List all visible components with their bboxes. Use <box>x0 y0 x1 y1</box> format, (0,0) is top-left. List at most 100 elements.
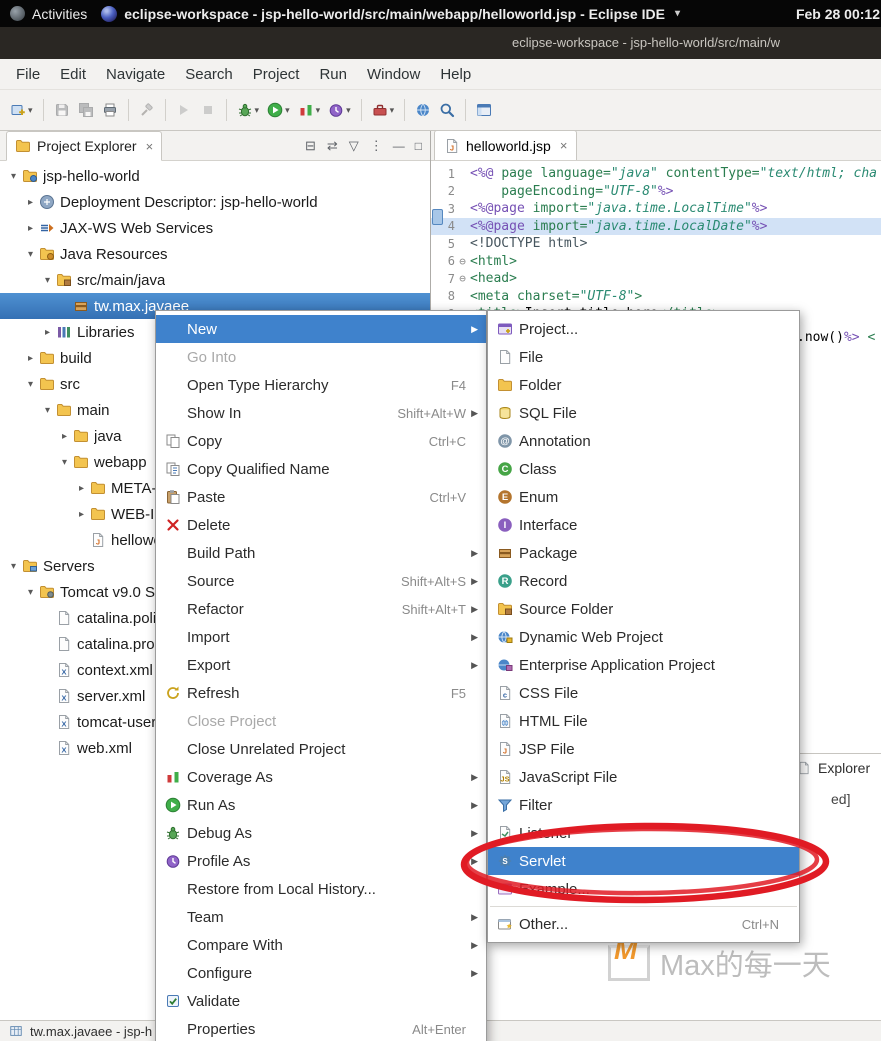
code-line-7[interactable]: 7⊖<head> <box>431 270 881 288</box>
tree-item-src-main-java[interactable]: ▾src/main/java <box>0 267 430 293</box>
context-menu-item-configure[interactable]: Configure▶ <box>156 959 486 987</box>
context-menu-item-build-path[interactable]: Build Path▶ <box>156 539 486 567</box>
print-button[interactable] <box>99 97 121 123</box>
new-submenu-item-annotation[interactable]: @Annotation <box>488 427 799 455</box>
fold-minus-icon[interactable]: ⊖ <box>455 272 470 285</box>
new-wizard-button[interactable]: ▾ <box>7 97 36 123</box>
menu-file[interactable]: File <box>6 62 50 87</box>
tree-item-java-resources[interactable]: ▾Java Resources <box>0 241 430 267</box>
link-with-editor-icon[interactable]: ⇄ <box>327 138 338 154</box>
chevron-expanded-icon[interactable]: ▾ <box>6 171 21 182</box>
context-menu-item-validate[interactable]: Validate <box>156 987 486 1015</box>
dropdown-arrow-icon[interactable]: ▾ <box>346 105 351 116</box>
filter-icon[interactable]: ▽ <box>349 138 359 154</box>
code-line-8[interactable]: 8<meta charset="UTF-8"> <box>431 288 881 306</box>
menu-help[interactable]: Help <box>430 62 481 87</box>
dropdown-arrow-icon[interactable]: ▾ <box>390 105 395 116</box>
save-all-button[interactable] <box>75 97 97 123</box>
new-submenu-item-other[interactable]: Other...Ctrl+N <box>488 910 799 938</box>
window-title-bar[interactable]: eclipse-workspace - jsp-hello-world/src/… <box>0 27 881 59</box>
chevron-collapsed-icon[interactable]: ▸ <box>23 353 38 364</box>
dropdown-arrow-icon[interactable]: ▾ <box>255 105 260 116</box>
context-menu-item-close-unrelated-project[interactable]: Close Unrelated Project <box>156 735 486 763</box>
fold-minus-icon[interactable]: ⊖ <box>455 255 470 268</box>
context-menu-item-delete[interactable]: Delete <box>156 511 486 539</box>
code-line-5[interactable]: 5<!DOCTYPE html> <box>431 235 881 253</box>
new-submenu-item-sql-file[interactable]: SQL File <box>488 399 799 427</box>
menu-project[interactable]: Project <box>243 62 310 87</box>
context-menu-item-copy-qualified-name[interactable]: Copy Qualified Name <box>156 455 486 483</box>
collapse-all-icon[interactable]: ⊟ <box>305 138 316 154</box>
chevron-expanded-icon[interactable]: ▾ <box>6 561 21 572</box>
chevron-collapsed-icon[interactable]: ▸ <box>23 223 38 234</box>
tree-item-deployment-descriptor-jsp-hello-world[interactable]: ▸Deployment Descriptor: jsp-hello-world <box>0 189 430 215</box>
new-submenu-item-listener[interactable]: Listener <box>488 819 799 847</box>
context-menu-item-run-as[interactable]: Run As▶ <box>156 791 486 819</box>
chevron-expanded-icon[interactable]: ▾ <box>40 405 55 416</box>
dropdown-arrow-icon[interactable]: ▾ <box>316 105 321 116</box>
context-menu-item-export[interactable]: Export▶ <box>156 651 486 679</box>
new-submenu-item-example[interactable]: Example... <box>488 875 799 903</box>
tab-explorer-partial[interactable]: Explorer <box>796 760 870 776</box>
chevron-collapsed-icon[interactable]: ▸ <box>40 327 55 338</box>
new-web-project-button[interactable] <box>412 97 434 123</box>
context-menu-item-open-type-hierarchy[interactable]: Open Type HierarchyF4 <box>156 371 486 399</box>
menu-edit[interactable]: Edit <box>50 62 96 87</box>
context-menu-item-close-project[interactable]: Close Project <box>156 707 486 735</box>
new-submenu-item-record[interactable]: RRecord <box>488 567 799 595</box>
code-line-6[interactable]: 6⊖<html> <box>431 253 881 271</box>
new-submenu-item-dynamic-web-project[interactable]: Dynamic Web Project <box>488 623 799 651</box>
view-menu-icon[interactable]: ⋮ <box>370 138 383 154</box>
context-menu-item-copy[interactable]: CopyCtrl+C <box>156 427 486 455</box>
context-menu-item-properties[interactable]: PropertiesAlt+Enter <box>156 1015 486 1041</box>
dropdown-arrow-icon[interactable]: ▾ <box>285 105 290 116</box>
context-menu-item-team[interactable]: Team▶ <box>156 903 486 931</box>
context-menu-item-import[interactable]: Import▶ <box>156 623 486 651</box>
new-submenu-item-jsp-file[interactable]: JJSP File <box>488 735 799 763</box>
build-all-button[interactable] <box>136 97 158 123</box>
code-line-2[interactable]: 2 pageEncoding="UTF-8"%> <box>431 183 881 201</box>
new-submenu-item-interface[interactable]: IInterface <box>488 511 799 539</box>
new-submenu-item-source-folder[interactable]: Source Folder <box>488 595 799 623</box>
context-menu-item-show-in[interactable]: Show InShift+Alt+W▶ <box>156 399 486 427</box>
menu-window[interactable]: Window <box>357 62 430 87</box>
context-menu-item-new[interactable]: New▶ <box>156 315 486 343</box>
tree-item-jax-ws-web-services[interactable]: ▸JAX-WS Web Services <box>0 215 430 241</box>
dropdown-arrow-icon[interactable]: ▾ <box>28 105 33 116</box>
chevron-collapsed-icon[interactable]: ▸ <box>23 197 38 208</box>
open-perspective-button[interactable] <box>473 97 495 123</box>
chevron-expanded-icon[interactable]: ▾ <box>23 587 38 598</box>
context-menu-item-refresh[interactable]: RefreshF5 <box>156 679 486 707</box>
save-button[interactable] <box>51 97 73 123</box>
new-submenu-item-html-file[interactable]: HTML File <box>488 707 799 735</box>
new-submenu-item-servlet[interactable]: SServlet <box>488 847 799 875</box>
context-menu-item-restore-from-local-history[interactable]: Restore from Local History... <box>156 875 486 903</box>
chevron-expanded-icon[interactable]: ▾ <box>40 275 55 286</box>
chevron-expanded-icon[interactable]: ▾ <box>57 457 72 468</box>
new-submenu-item-file[interactable]: File <box>488 343 799 371</box>
code-line-1[interactable]: 1<%@ page language="java" contentType="t… <box>431 165 881 183</box>
close-icon[interactable]: × <box>146 139 154 154</box>
context-menu-item-paste[interactable]: PasteCtrl+V <box>156 483 486 511</box>
tab-project-explorer[interactable]: Project Explorer × <box>6 131 162 161</box>
menu-run[interactable]: Run <box>309 62 357 87</box>
run-last-button[interactable] <box>173 97 195 123</box>
new-submenu-item-class[interactable]: CClass <box>488 455 799 483</box>
external-tools-button[interactable]: ▾ <box>369 97 398 123</box>
context-menu-item-source[interactable]: SourceShift+Alt+S▶ <box>156 567 486 595</box>
menu-navigate[interactable]: Navigate <box>96 62 175 87</box>
new-submenu-item-css-file[interactable]: cCSS File <box>488 679 799 707</box>
tab-helloworld-jsp[interactable]: J helloworld.jsp × <box>434 130 577 160</box>
chevron-collapsed-icon[interactable]: ▸ <box>57 431 72 442</box>
coverage-button[interactable]: ▾ <box>295 97 324 123</box>
close-icon[interactable]: × <box>560 138 568 153</box>
tree-item-jsp-hello-world[interactable]: ▾jsp-hello-world <box>0 163 430 189</box>
new-submenu-item-javascript-file[interactable]: JSJavaScript File <box>488 763 799 791</box>
new-submenu-item-package[interactable]: Package <box>488 539 799 567</box>
context-menu-item-compare-with[interactable]: Compare With▶ <box>156 931 486 959</box>
profile-button[interactable]: ▾ <box>325 97 354 123</box>
new-submenu-item-enterprise-application-project[interactable]: Enterprise Application Project <box>488 651 799 679</box>
activities-button[interactable]: Activities <box>0 0 97 27</box>
context-menu-item-debug-as[interactable]: Debug As▶ <box>156 819 486 847</box>
chevron-expanded-icon[interactable]: ▾ <box>23 379 38 390</box>
